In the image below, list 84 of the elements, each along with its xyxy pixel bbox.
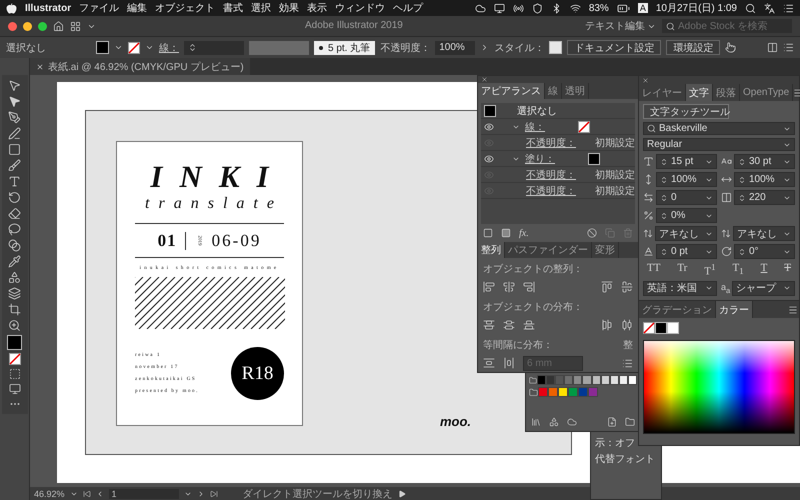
panel-tab[interactable]: 透明 xyxy=(562,83,589,100)
menu-item[interactable]: ウィンドウ xyxy=(335,1,386,15)
attribute-value: 初期設定 xyxy=(595,168,635,182)
logo-text: moo. xyxy=(440,414,471,429)
number-field[interactable]: 0° xyxy=(734,244,795,259)
number-field[interactable]: 0 xyxy=(656,190,717,205)
input-mode-indicator[interactable]: A xyxy=(638,3,648,13)
type-style-button[interactable]: Tr xyxy=(677,262,688,278)
attribute-label[interactable]: 不透明度： xyxy=(526,136,576,150)
type-style-button[interactable]: T xyxy=(760,262,768,278)
menu-item[interactable]: 書式 xyxy=(223,1,244,15)
type-style-button[interactable]: TT xyxy=(647,262,660,278)
style-label: スタイル： xyxy=(494,42,544,54)
cover-title: INKI xyxy=(150,160,286,194)
panel-tab[interactable]: 変形 xyxy=(592,242,619,258)
font-family-dropdown[interactable]: Baskerville xyxy=(643,122,795,135)
attribute-label[interactable]: 不透明度： xyxy=(526,168,576,182)
app-name: Illustrator xyxy=(25,2,72,14)
number-field[interactable]: 0% xyxy=(656,208,717,223)
number-field[interactable]: 100% xyxy=(656,172,717,187)
settings-button[interactable]: ドキュメント設定 xyxy=(567,40,662,55)
opacity-label: 不透明度： xyxy=(380,42,430,54)
number-field[interactable]: 220 xyxy=(734,190,795,205)
antialias-dropdown[interactable]: シャープ xyxy=(732,280,795,296)
attribute-label[interactable]: 不透明度： xyxy=(526,184,576,198)
panel-tab[interactable]: パスファインダー xyxy=(505,242,592,258)
issue-number: 01 xyxy=(158,230,177,251)
number-field[interactable]: 100% xyxy=(734,172,795,187)
status-message: ダイレクト選択ツールを切り換え xyxy=(242,488,393,500)
option-text: 示：オフ xyxy=(594,437,636,451)
zoom-level[interactable]: 46.92% xyxy=(34,488,65,498)
panel-tab[interactable]: 線 xyxy=(545,83,562,100)
menu-item[interactable]: 効果 xyxy=(279,1,300,15)
rating-badge: R18 xyxy=(231,347,284,400)
touch-type-tool-button[interactable]: 文字タッチツール xyxy=(643,104,729,119)
selection-label: 選択なし xyxy=(6,42,46,54)
workspace-switcher[interactable]: テキスト編集 xyxy=(585,19,656,33)
battery-percent: 83% xyxy=(588,2,609,14)
dropdown-field[interactable]: アキなし xyxy=(733,226,795,241)
font-style-dropdown[interactable]: Regular xyxy=(643,138,795,151)
attribute-value: 初期設定 xyxy=(595,136,635,150)
number-field[interactable]: 30 pt xyxy=(734,154,795,169)
panel-tab[interactable]: 文字 xyxy=(686,84,713,101)
stroke-label: 線： xyxy=(159,42,179,54)
date-label: 06-09 xyxy=(212,230,262,251)
cover-subtitle: translate xyxy=(145,194,283,214)
document-tab[interactable]: 表紙.ai @ 46.92% (CMYK/GPU プレビュー) xyxy=(30,58,250,75)
window-title: Adobe Illustrator 2019 xyxy=(305,20,403,31)
section-label: オブジェクトの整列： xyxy=(482,262,584,277)
section-label: 等間隔に分布： xyxy=(482,339,554,353)
document-title: 表紙.ai @ 46.92% (CMYK/GPU プレビュー) xyxy=(48,60,244,74)
settings-button[interactable]: 環境設定 xyxy=(666,40,720,55)
brush-dropdown[interactable]: 5 pt. 丸筆 xyxy=(314,40,376,54)
menu-item[interactable]: ファイル xyxy=(79,1,120,15)
type-style-button[interactable]: T xyxy=(784,262,791,278)
number-field[interactable]: 0 pt xyxy=(656,244,717,259)
menu-item[interactable]: 表示 xyxy=(307,1,328,15)
option-text: 代替フォント xyxy=(594,452,656,467)
opacity-field[interactable]: 100% xyxy=(435,40,476,54)
menu-item[interactable]: 編集 xyxy=(127,1,148,15)
panel-tab[interactable]: OpenType xyxy=(740,84,794,101)
section-label: オブジェクトの分布： xyxy=(482,300,584,315)
panel-tab[interactable]: アピアランス xyxy=(478,83,545,100)
panel-tab[interactable]: 段落 xyxy=(713,84,740,101)
appearance-heading: 選択なし xyxy=(517,104,557,118)
attribute-label[interactable]: 塗り： xyxy=(525,152,555,166)
number-field[interactable]: 15 pt xyxy=(656,154,717,169)
attribute-value: 初期設定 xyxy=(595,184,635,198)
menu-item[interactable]: ヘルプ xyxy=(393,1,424,15)
panel-tab[interactable]: カラー xyxy=(716,301,753,318)
type-style-button[interactable]: T$^{1}$ xyxy=(704,262,716,278)
attribute-label[interactable]: 線： xyxy=(525,120,545,134)
antialias-label: a$_{a}$ xyxy=(721,282,730,295)
page-number-field[interactable]: 1 xyxy=(108,488,179,498)
clock: 10月27日(日) 1:09 xyxy=(656,2,737,15)
type-style-button[interactable]: T$_{1}$ xyxy=(732,262,744,278)
language-dropdown[interactable]: 英語：米国 xyxy=(643,280,717,296)
dropdown-field[interactable]: アキなし xyxy=(655,226,717,241)
panel-tab[interactable]: 整列 xyxy=(478,242,505,258)
stock-search-field[interactable]: Adobe Stock を検索 xyxy=(662,19,792,33)
section-label: 整 xyxy=(622,339,634,353)
effects-button[interactable]: fx. xyxy=(519,228,529,239)
menu-item[interactable]: 選択 xyxy=(251,1,272,15)
menu-item[interactable]: オブジェクト xyxy=(155,1,216,15)
